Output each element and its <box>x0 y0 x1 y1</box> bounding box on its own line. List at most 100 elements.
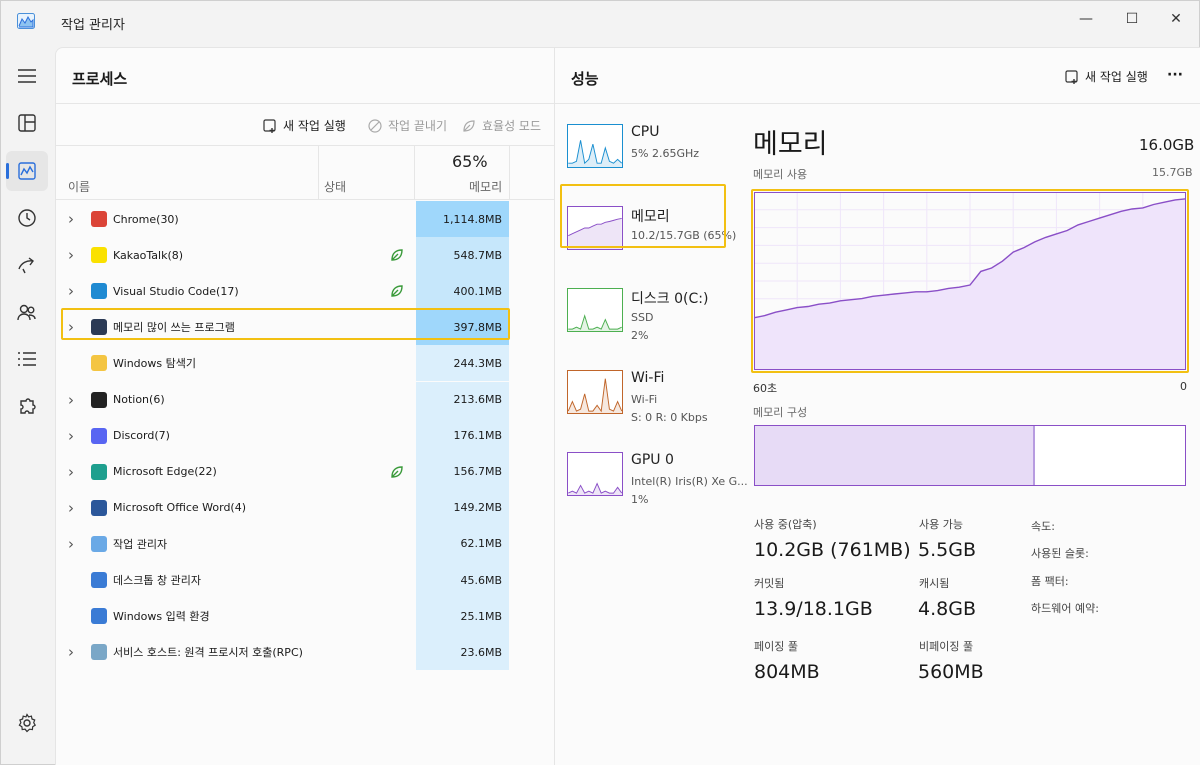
process-row[interactable]: › Visual Studio Code(17) 400.1MB <box>56 273 555 310</box>
perf-item-detail: 2% <box>631 329 649 342</box>
dwm-icon <box>91 572 107 588</box>
folder-icon <box>91 355 107 372</box>
efficiency-leaf-icon <box>391 249 403 261</box>
processes-icon[interactable] <box>6 103 48 143</box>
cached-value: 4.8GB <box>918 598 976 620</box>
chevron-right-icon[interactable]: › <box>68 499 74 517</box>
chevron-right-icon[interactable]: › <box>68 643 74 661</box>
perf-item-detail: S: 0 R: 0 Kbps <box>631 411 708 424</box>
form-factor-label: 폼 팩터: <box>1031 575 1069 588</box>
perf-item-detail: 10.2/15.7GB (65%) <box>631 229 737 242</box>
memory-percent-header[interactable]: 65% <box>452 152 488 171</box>
app-history-icon[interactable] <box>6 198 48 238</box>
chevron-right-icon[interactable]: › <box>68 210 74 228</box>
more-options-button[interactable]: ··· <box>1167 67 1183 83</box>
perf-item[interactable]: GPU 0 Intel(R) Iris(R) Xe G... 1% <box>563 442 748 510</box>
process-row[interactable]: › Chrome(30) 1,114.8MB <box>56 201 555 237</box>
process-row[interactable]: › 서비스 호스트: 원격 프로시저 호출(RPC) 23.6MB <box>56 634 555 671</box>
new-task-icon <box>263 118 276 133</box>
column-divider <box>509 145 510 199</box>
column-status-header[interactable]: 상태 <box>324 178 346 195</box>
process-row[interactable]: › Microsoft Edge(22) 156.7MB <box>56 453 555 490</box>
leaf-icon <box>463 119 475 132</box>
perf-thumbnail <box>567 370 623 414</box>
details-icon[interactable] <box>6 339 48 379</box>
memory-usage-label: 메모리 사용 <box>753 168 808 181</box>
chevron-right-icon[interactable]: › <box>68 282 74 300</box>
memory-usage-max: 15.7GB <box>1152 166 1193 179</box>
discord-icon <box>91 427 107 444</box>
process-name: Windows 입력 환경 <box>113 610 210 624</box>
end-task-button[interactable]: 작업 끝내기 <box>368 117 447 134</box>
settings-icon[interactable] <box>6 703 48 743</box>
chevron-right-icon[interactable]: › <box>68 391 74 409</box>
perf-item[interactable]: 디스크 0(C:) SSD 2% <box>563 278 727 346</box>
edge-icon <box>91 463 107 480</box>
users-icon[interactable] <box>6 292 48 332</box>
process-row[interactable]: › 작업 관리자 62.1MB <box>56 525 555 562</box>
speed-label: 속도: <box>1031 520 1055 533</box>
process-name: Discord(7) <box>113 429 170 443</box>
perf-item[interactable]: 메모리 10.2/15.7GB (65%) <box>563 196 736 264</box>
column-memory-header[interactable]: 메모리 <box>469 178 502 195</box>
app-icon <box>91 319 107 336</box>
process-memory: 397.8MB <box>416 309 509 346</box>
perf-item[interactable]: Wi-Fi Wi-Fi S: 0 R: 0 Kbps <box>563 360 727 428</box>
chevron-right-icon[interactable]: › <box>68 246 74 264</box>
efficiency-mode-button[interactable]: 효율성 모드 <box>462 117 541 134</box>
memory-heading: 메모리 <box>753 129 828 160</box>
memory-usage-chart <box>754 192 1186 370</box>
memory-composition-label: 메모리 구성 <box>753 406 808 419</box>
perf-item-title: CPU <box>631 124 660 140</box>
process-row[interactable]: › 메모리 많이 쓰는 프로그램 397.8MB <box>56 309 555 346</box>
perf-item[interactable]: CPU 5% 2.65GHz <box>563 114 727 182</box>
minimize-button[interactable]: — <box>1063 3 1109 35</box>
hardware-reserved-label: 하드웨어 예약: <box>1031 602 1099 615</box>
process-name: Microsoft Office Word(4) <box>113 501 247 515</box>
process-memory: 1,114.8MB <box>416 201 509 237</box>
process-row[interactable]: › Discord(7) 176.1MB <box>56 417 555 454</box>
task-manager-icon <box>91 535 107 552</box>
cached-label: 캐시됨 <box>919 577 950 590</box>
perf-run-new-task-button[interactable]: 새 작업 실행 <box>1065 68 1148 85</box>
process-row[interactable]: › Microsoft Office Word(4) 149.2MB <box>56 489 555 526</box>
in-use-value: 10.2GB (761MB) <box>754 539 911 561</box>
navigation-sidebar <box>1 41 55 765</box>
chevron-right-icon[interactable]: › <box>68 427 74 445</box>
process-name: Chrome(30) <box>113 212 179 226</box>
process-row[interactable]: Windows 탐색기 244.3MB <box>56 345 555 382</box>
run-new-task-button[interactable]: 새 작업 실행 <box>263 117 346 134</box>
maximize-button[interactable]: ☐ <box>1109 3 1155 35</box>
process-name: Windows 탐색기 <box>113 357 196 371</box>
services-icon[interactable] <box>6 387 48 427</box>
performance-icon[interactable] <box>6 151 48 191</box>
process-row[interactable]: › Notion(6) 213.6MB <box>56 381 555 418</box>
perf-item-title: Wi-Fi <box>631 370 665 386</box>
close-button[interactable]: ✕ <box>1153 3 1199 35</box>
perf-item-detail: 5% 2.65GHz <box>631 147 700 160</box>
process-memory: 62.1MB <box>416 525 509 562</box>
column-name-header[interactable]: 이름 <box>68 178 90 195</box>
slots-used-label: 사용된 슬롯: <box>1031 547 1089 560</box>
chart-axis-left-label: 60초 <box>753 382 778 395</box>
notion-icon <box>91 391 107 408</box>
perf-item-detail: 1% <box>631 493 649 506</box>
memory-composition-bar <box>754 425 1186 486</box>
chevron-right-icon[interactable]: › <box>68 318 74 336</box>
chevron-right-icon[interactable]: › <box>68 463 74 481</box>
chevron-right-icon[interactable]: › <box>68 535 74 553</box>
nonpaged-pool-label: 비페이징 풀 <box>919 640 974 653</box>
process-row[interactable]: 데스크톱 창 관리자 45.6MB <box>56 562 555 598</box>
process-row[interactable]: Windows 입력 환경 25.1MB <box>56 598 555 635</box>
process-row[interactable]: › KakaoTalk(8) 548.7MB <box>56 237 555 274</box>
process-memory: 213.6MB <box>416 381 509 418</box>
available-value: 5.5GB <box>918 539 976 561</box>
perf-thumbnail <box>567 288 623 332</box>
nonpaged-pool-value: 560MB <box>918 661 984 683</box>
kakaotalk-icon <box>91 247 107 264</box>
hamburger-menu-icon[interactable] <box>6 56 48 96</box>
startup-apps-icon[interactable] <box>6 245 48 285</box>
task-manager-window: 작업 관리자 — ☐ ✕ 프로세스 새 작업 실행 작업 끝내기 효율성 모드 … <box>0 0 1200 765</box>
process-name: Notion(6) <box>113 393 165 406</box>
chart-axis-right-label: 0 <box>1180 380 1187 393</box>
